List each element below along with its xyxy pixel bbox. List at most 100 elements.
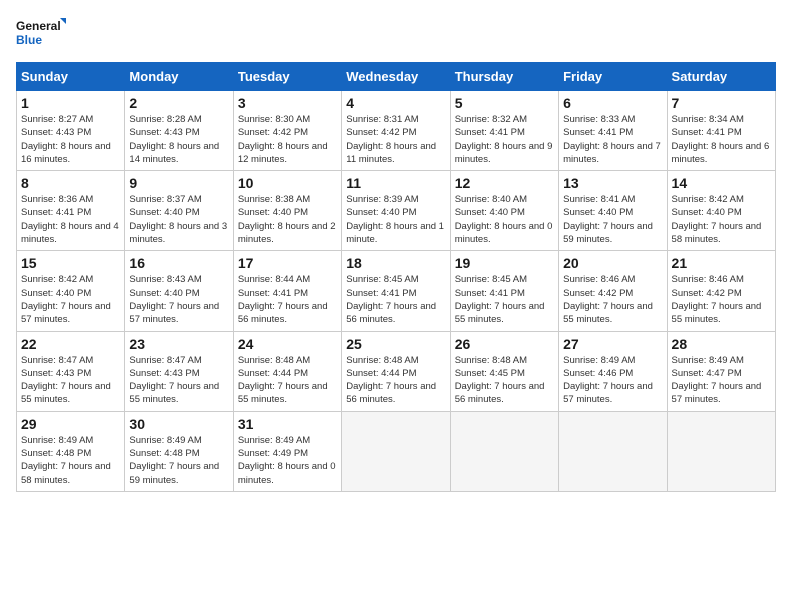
weekday-header-row: SundayMondayTuesdayWednesdayThursdayFrid… [17, 63, 776, 91]
week-row-2: 15Sunrise: 8:42 AMSunset: 4:40 PMDayligh… [17, 251, 776, 331]
day-info: Sunrise: 8:40 AMSunset: 4:40 PMDaylight:… [455, 193, 554, 246]
day-info: Sunrise: 8:38 AMSunset: 4:40 PMDaylight:… [238, 193, 337, 246]
day-info: Sunrise: 8:42 AMSunset: 4:40 PMDaylight:… [672, 193, 771, 246]
day-info: Sunrise: 8:49 AMSunset: 4:48 PMDaylight:… [129, 434, 228, 487]
calendar-cell: 24 Sunrise: 8:48 AMSunset: 4:44 PMDayligh… [233, 331, 341, 411]
calendar-cell: 29 Sunrise: 8:49 AMSunset: 4:48 PMDayligh… [17, 411, 125, 491]
calendar-cell: 5Sunrise: 8:32 AMSunset: 4:41 PMDaylight… [450, 91, 558, 171]
calendar-cell: 31 Sunrise: 8:49 AMSunset: 4:49 PMDayligh… [233, 411, 341, 491]
calendar-cell: 8Sunrise: 8:36 AMSunset: 4:41 PMDaylight… [17, 171, 125, 251]
calendar-cell: 4 Sunrise: 8:31 AMSunset: 4:42 PMDaylight… [342, 91, 450, 171]
day-number: 29 [21, 416, 120, 432]
calendar-cell: 7Sunrise: 8:34 AMSunset: 4:41 PMDaylight… [667, 91, 775, 171]
calendar-cell: 17 Sunrise: 8:44 AMSunset: 4:41 PMDayligh… [233, 251, 341, 331]
day-number: 31 [238, 416, 337, 432]
day-info: Sunrise: 8:27 AMSunset: 4:43 PMDaylight:… [21, 113, 120, 166]
day-info: Sunrise: 8:30 AMSunset: 4:42 PMDaylight:… [238, 113, 337, 166]
day-info: Sunrise: 8:41 AMSunset: 4:40 PMDaylight:… [563, 193, 662, 246]
day-number: 17 [238, 255, 337, 271]
day-number: 5 [455, 95, 554, 111]
calendar-cell: 13 Sunrise: 8:41 AMSunset: 4:40 PMDayligh… [559, 171, 667, 251]
header: General Blue [16, 16, 776, 50]
day-info: Sunrise: 8:49 AMSunset: 4:48 PMDaylight:… [21, 434, 120, 487]
day-number: 24 [238, 336, 337, 352]
day-number: 9 [129, 175, 228, 191]
day-number: 2 [129, 95, 228, 111]
weekday-header-saturday: Saturday [667, 63, 775, 91]
calendar-cell: 25 Sunrise: 8:48 AMSunset: 4:44 PMDayligh… [342, 331, 450, 411]
calendar-cell: 28 Sunrise: 8:49 AMSunset: 4:47 PMDayligh… [667, 331, 775, 411]
day-number: 15 [21, 255, 120, 271]
day-number: 13 [563, 175, 662, 191]
calendar-cell: 19 Sunrise: 8:45 AMSunset: 4:41 PMDayligh… [450, 251, 558, 331]
day-number: 7 [672, 95, 771, 111]
day-number: 12 [455, 175, 554, 191]
day-number: 3 [238, 95, 337, 111]
day-info: Sunrise: 8:48 AMSunset: 4:45 PMDaylight:… [455, 354, 554, 407]
calendar-cell [342, 411, 450, 491]
day-info: Sunrise: 8:49 AMSunset: 4:49 PMDaylight:… [238, 434, 337, 487]
day-info: Sunrise: 8:45 AMSunset: 4:41 PMDaylight:… [346, 273, 445, 326]
day-number: 14 [672, 175, 771, 191]
weekday-header-tuesday: Tuesday [233, 63, 341, 91]
calendar-cell: 6Sunrise: 8:33 AMSunset: 4:41 PMDaylight… [559, 91, 667, 171]
calendar-cell: 26 Sunrise: 8:48 AMSunset: 4:45 PMDayligh… [450, 331, 558, 411]
day-info: Sunrise: 8:28 AMSunset: 4:43 PMDaylight:… [129, 113, 228, 166]
day-number: 25 [346, 336, 445, 352]
day-number: 30 [129, 416, 228, 432]
calendar-cell: 23Sunrise: 8:47 AMSunset: 4:43 PMDayligh… [125, 331, 233, 411]
day-info: Sunrise: 8:44 AMSunset: 4:41 PMDaylight:… [238, 273, 337, 326]
day-number: 28 [672, 336, 771, 352]
day-info: Sunrise: 8:48 AMSunset: 4:44 PMDaylight:… [346, 354, 445, 407]
day-number: 4 [346, 95, 445, 111]
calendar-cell: 2 Sunrise: 8:28 AMSunset: 4:43 PMDaylight… [125, 91, 233, 171]
day-number: 1 [21, 95, 120, 111]
calendar-cell: 20 Sunrise: 8:46 AMSunset: 4:42 PMDayligh… [559, 251, 667, 331]
calendar-cell [450, 411, 558, 491]
day-number: 21 [672, 255, 771, 271]
day-number: 16 [129, 255, 228, 271]
week-row-3: 22Sunrise: 8:47 AMSunset: 4:43 PMDayligh… [17, 331, 776, 411]
day-number: 26 [455, 336, 554, 352]
day-number: 19 [455, 255, 554, 271]
day-number: 8 [21, 175, 120, 191]
logo: General Blue [16, 16, 66, 50]
day-number: 20 [563, 255, 662, 271]
calendar-cell [559, 411, 667, 491]
calendar-cell: 3 Sunrise: 8:30 AMSunset: 4:42 PMDaylight… [233, 91, 341, 171]
calendar-cell [667, 411, 775, 491]
calendar-table: SundayMondayTuesdayWednesdayThursdayFrid… [16, 62, 776, 492]
day-info: Sunrise: 8:43 AMSunset: 4:40 PMDaylight:… [129, 273, 228, 326]
day-number: 11 [346, 175, 445, 191]
week-row-1: 8Sunrise: 8:36 AMSunset: 4:41 PMDaylight… [17, 171, 776, 251]
day-number: 18 [346, 255, 445, 271]
weekday-header-monday: Monday [125, 63, 233, 91]
day-number: 10 [238, 175, 337, 191]
day-info: Sunrise: 8:48 AMSunset: 4:44 PMDaylight:… [238, 354, 337, 407]
calendar-cell: 15Sunrise: 8:42 AMSunset: 4:40 PMDayligh… [17, 251, 125, 331]
day-info: Sunrise: 8:37 AMSunset: 4:40 PMDaylight:… [129, 193, 228, 246]
week-row-4: 29 Sunrise: 8:49 AMSunset: 4:48 PMDayligh… [17, 411, 776, 491]
day-info: Sunrise: 8:49 AMSunset: 4:47 PMDaylight:… [672, 354, 771, 407]
calendar-cell: 16 Sunrise: 8:43 AMSunset: 4:40 PMDayligh… [125, 251, 233, 331]
calendar-cell: 22Sunrise: 8:47 AMSunset: 4:43 PMDayligh… [17, 331, 125, 411]
day-number: 27 [563, 336, 662, 352]
svg-text:Blue: Blue [16, 33, 42, 47]
calendar-cell: 18 Sunrise: 8:45 AMSunset: 4:41 PMDayligh… [342, 251, 450, 331]
day-info: Sunrise: 8:46 AMSunset: 4:42 PMDaylight:… [563, 273, 662, 326]
day-number: 23 [129, 336, 228, 352]
calendar-cell: 9 Sunrise: 8:37 AMSunset: 4:40 PMDaylight… [125, 171, 233, 251]
calendar-cell: 21 Sunrise: 8:46 AMSunset: 4:42 PMDayligh… [667, 251, 775, 331]
calendar-cell: 27 Sunrise: 8:49 AMSunset: 4:46 PMDayligh… [559, 331, 667, 411]
logo-svg: General Blue [16, 16, 66, 50]
day-info: Sunrise: 8:49 AMSunset: 4:46 PMDaylight:… [563, 354, 662, 407]
weekday-header-sunday: Sunday [17, 63, 125, 91]
day-number: 6 [563, 95, 662, 111]
day-info: Sunrise: 8:39 AMSunset: 4:40 PMDaylight:… [346, 193, 445, 246]
day-info: Sunrise: 8:46 AMSunset: 4:42 PMDaylight:… [672, 273, 771, 326]
weekday-header-thursday: Thursday [450, 63, 558, 91]
calendar-cell: 14 Sunrise: 8:42 AMSunset: 4:40 PMDayligh… [667, 171, 775, 251]
day-info: Sunrise: 8:31 AMSunset: 4:42 PMDaylight:… [346, 113, 445, 166]
day-info: Sunrise: 8:45 AMSunset: 4:41 PMDaylight:… [455, 273, 554, 326]
calendar-cell: 11 Sunrise: 8:39 AMSunset: 4:40 PMDayligh… [342, 171, 450, 251]
